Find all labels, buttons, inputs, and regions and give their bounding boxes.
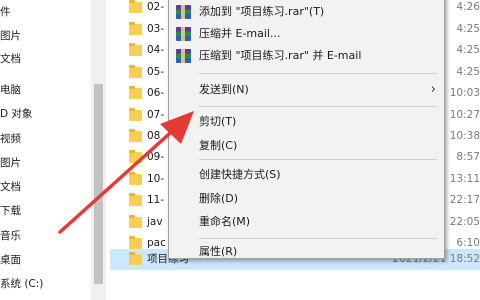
file-date: 10:38 — [449, 130, 480, 142]
folder-icon — [129, 150, 142, 163]
file-date: 10:03 — [449, 87, 480, 99]
folder-icon — [129, 43, 142, 56]
navigation-pane: 件 图片 文档 电脑 D 对象 视频 图片 文档 下载 音乐 桌面 系统 (C:… — [0, 0, 106, 300]
menu-separator — [199, 106, 437, 107]
folder-icon — [129, 86, 142, 99]
file-name: 11- — [147, 194, 165, 206]
file-date: 22:05 — [449, 216, 480, 228]
menu-item-delete[interactable]: 删除(D) — [169, 188, 444, 210]
file-name: 10- — [147, 173, 165, 185]
menu-item-create-shortcut[interactable]: 创建快捷方式(S) — [169, 164, 444, 186]
file-name: 02- — [147, 1, 165, 13]
menu-item-add-to-archive[interactable]: 添加到 "项目练习.rar"(T) — [169, 1, 444, 23]
file-name: 09- — [147, 151, 165, 163]
folder-icon — [129, 22, 142, 35]
nav-item-downloads[interactable]: 下载 — [0, 201, 21, 221]
folder-icon — [129, 0, 142, 13]
nav-item-system-c[interactable]: 系统 (C:) — [0, 274, 43, 294]
nav-item-documents-2[interactable]: 文档 — [0, 177, 21, 197]
nav-item-documents[interactable]: 文档 — [0, 49, 21, 69]
nav-item-music[interactable]: 音乐 — [0, 226, 21, 246]
file-date: 13:11 — [449, 173, 480, 185]
file-date: 8:57 — [456, 151, 480, 163]
file-date: 22:17 — [449, 194, 480, 206]
file-name: 07- — [147, 109, 165, 121]
nav-item-files[interactable]: 件 — [0, 2, 11, 22]
folder-icon — [129, 252, 142, 265]
winrar-icon — [176, 27, 191, 41]
menu-item-copy[interactable]: 复制(C) — [169, 135, 444, 157]
nav-item-videos[interactable]: 视频 — [0, 129, 21, 149]
folder-icon — [129, 215, 142, 228]
menu-separator — [199, 238, 437, 239]
chevron-right-icon: › — [430, 82, 436, 97]
folder-icon — [129, 65, 142, 78]
file-name: 06- — [147, 87, 165, 99]
menu-item-compress-to-email[interactable]: 压缩到 "项目练习.rar" 并 E-mail — [169, 45, 444, 67]
file-name: 03- — [147, 23, 165, 35]
winrar-icon — [176, 49, 191, 63]
nav-item-this-pc[interactable]: 电脑 — [0, 80, 21, 100]
winrar-icon — [176, 5, 191, 19]
menu-separator — [199, 159, 437, 160]
context-menu: 添加到 "项目练习.rar"(T) 压缩并 E-mail... 压缩到 "项目练… — [168, 0, 445, 259]
file-name: 05- — [147, 66, 165, 78]
file-date: 4:25 — [456, 66, 480, 78]
file-date: 4:26 — [456, 1, 480, 13]
menu-item-send-to[interactable]: 发送到(N) › — [169, 79, 444, 101]
file-date: 10:27 — [449, 109, 480, 121]
folder-icon — [129, 193, 142, 206]
file-date: 4:25 — [456, 23, 480, 35]
menu-item-rename[interactable]: 重命名(M) — [169, 211, 444, 233]
folder-icon — [129, 172, 142, 185]
menu-separator — [199, 73, 437, 74]
nav-item-pictures-2[interactable]: 图片 — [0, 153, 21, 173]
folder-icon — [129, 129, 142, 142]
nav-scrollbar-thumb[interactable] — [94, 84, 103, 284]
file-date: 4:25 — [456, 44, 480, 56]
folder-icon — [129, 108, 142, 121]
file-name: 04- — [147, 44, 165, 56]
folder-icon — [129, 236, 142, 249]
file-name: 08 — [147, 130, 161, 142]
menu-item-compress-email[interactable]: 压缩并 E-mail... — [169, 23, 444, 45]
nav-item-pictures[interactable]: 图片 — [0, 26, 21, 46]
file-name: jav — [147, 216, 163, 228]
menu-item-cut[interactable]: 剪切(T) — [169, 111, 444, 133]
menu-item-properties[interactable]: 属性(R) — [169, 241, 444, 263]
nav-item-3d-objects[interactable]: D 对象 — [0, 104, 32, 124]
nav-item-desktop[interactable]: 桌面 — [0, 250, 21, 270]
